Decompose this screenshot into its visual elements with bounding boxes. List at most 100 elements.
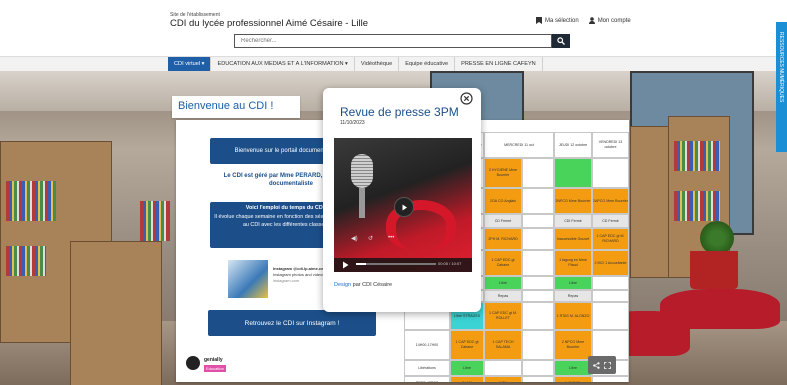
timetable-cell [592,276,629,290]
timetable-cell [522,302,554,330]
search-input[interactable] [237,35,545,47]
genially-logo-name: genially [204,357,223,363]
my-selection-label: Ma sélection [545,17,579,24]
plant-pot [690,251,738,289]
site-title[interactable]: CDI du lycée professionnel Aimé Césaire … [170,18,368,29]
more-icon[interactable]: ••• [388,235,394,241]
timetable-cell: 1 CAP TECH SALAMA [484,330,522,360]
main-nav: CDI virtuel ▾ EDUCATION AUX MEDIAS ET A … [0,56,787,72]
timetable-cell: 2 NPCO Mme Bourrier [554,330,592,360]
popup-title: Revue de presse 3PM [340,105,459,119]
timetable-cell: CD Fermé [484,214,522,228]
timetable-cell [522,250,554,276]
plant [700,221,734,255]
timetable-cell [522,214,554,228]
genially-logo-badge: Education [204,365,226,372]
timetable-header-cell: JEUDI 12 octobre [554,132,592,158]
nav-item-videotheque[interactable]: Vidéothèque [355,57,400,71]
page: Site de l'établissement CDI du lycée pro… [0,0,787,385]
play-small-icon[interactable] [342,261,349,269]
books [674,141,720,171]
genially-logo[interactable]: genially Education [186,354,226,378]
resources-side-tab[interactable]: RESSOURCES NUMÉRIQUES [776,22,787,152]
my-selection-link[interactable]: Ma sélection [536,17,579,24]
timetable-cell [522,330,554,360]
timetable-cell: 2OA CO Anglais [484,188,522,214]
instagram-button[interactable]: Retrouvez le CDI sur Instagram ! [208,310,376,336]
instagram-thumbnail [228,260,268,298]
books [140,201,170,241]
timetable-header-cell: MERCREDI 11 oct [484,132,554,158]
credit-line: Design par CDI Césaire [334,282,392,288]
timetable-cell: 1 CAP EDC gt Cabane [484,250,522,276]
timetable-cell: CD Fermé [592,214,629,228]
timetable-cell: Inaccessible Gouvet [554,228,592,250]
timetable-cell: 2PH M. RICHARD [484,228,522,250]
my-account-link[interactable]: Mon compte [588,17,631,24]
timetable-cell: 2 MCI [450,376,484,382]
bookmark-icon [536,17,542,24]
play-button[interactable] [394,197,414,217]
welcome-title: Bienvenue au CDI ! [178,100,274,112]
timetable-cell: 1 RTAS M. ALONZO [554,302,592,330]
my-account-label: Mon compte [597,17,631,24]
credit-text: par CDI Césaire [351,282,393,288]
timetable-cell: Repas [554,290,592,302]
timetable-cell: 1 CAP EL [554,376,592,382]
microphone-graphic [351,154,373,188]
nav-item-equipe[interactable]: Equipe éducative [399,57,456,71]
rewind-icon[interactable]: ↺ [368,235,373,242]
podcast-player[interactable]: ◀) ↺ ••• 00:05 / 10:07 [334,138,472,272]
resources-side-tab-label: RESSOURCES NUMÉRIQUES [778,32,784,103]
timetable-time-cell: Libérations [404,360,450,376]
books [6,181,56,221]
timetable-cell: CDI Fermé [554,214,592,228]
timetable-time-cell: 14H00-17H00 [404,330,450,360]
play-icon [402,204,407,210]
playback-time: 00:05 / 10:07 [438,261,462,266]
books [6,246,46,276]
search-icon [557,37,565,45]
close-icon[interactable] [460,92,473,105]
timetable-cell [522,276,554,290]
timetable-cell [522,228,554,250]
timetable-cell [592,290,629,302]
fullscreen-icon [604,361,611,369]
credit-link[interactable]: Design [334,282,351,288]
seek-bar[interactable] [356,263,436,265]
nav-item-presse[interactable]: PRESSE EN LIGNE CAFEYN [455,57,543,71]
microphone-stand-graphic [359,188,365,218]
header-links: Ma sélection Mon compte [536,17,631,24]
timetable-cell [592,302,629,330]
timetable-cell: Libre [554,360,592,376]
timetable-cell [554,158,592,188]
timetable-cell: 2APCO Mme Bourrier [592,188,629,214]
playback-bar: 00:05 / 10:07 [334,258,472,272]
share-button[interactable] [588,356,616,374]
timetable-time-cell: PRES / PRES [404,376,450,382]
bookshelf [70,241,162,385]
user-icon [588,17,595,24]
timetable-cell [484,360,522,376]
welcome-tab: Bienvenue au CDI ! [172,96,300,118]
timetable-cell: 1 PH [484,376,522,382]
timetable-cell: 1 tagcog en Mme Plaud [554,250,592,276]
search-box [234,34,552,48]
timetable-cell [522,188,554,214]
share-icon [593,361,600,369]
timetable-cell: Libre [450,360,484,376]
timetable-cell: 2 MCI 1 Accueilante [592,250,629,276]
timetable-cell [522,376,554,382]
nav-items: CDI virtuel ▾ EDUCATION AUX MEDIAS ET A … [168,57,543,71]
timetable-cell: 1 CAP EDC gt M. ROLLET [484,302,522,330]
timetable-header-cell: VENDREDI 13 octobre [592,132,629,158]
timetable-cell: 3 HYGIENE Mme Bourrier [484,158,522,188]
timetable-cell [522,360,554,376]
nav-item-emi[interactable]: EDUCATION AUX MEDIAS ET A L'INFORMATION … [211,57,355,71]
search-button[interactable] [552,34,570,48]
timetable-cell [592,376,629,382]
timetable-cell [522,290,554,302]
volume-icon[interactable]: ◀) [351,235,358,242]
timetable-cell [592,158,629,188]
nav-item-cdi-virtuel[interactable]: CDI virtuel ▾ [168,57,212,71]
